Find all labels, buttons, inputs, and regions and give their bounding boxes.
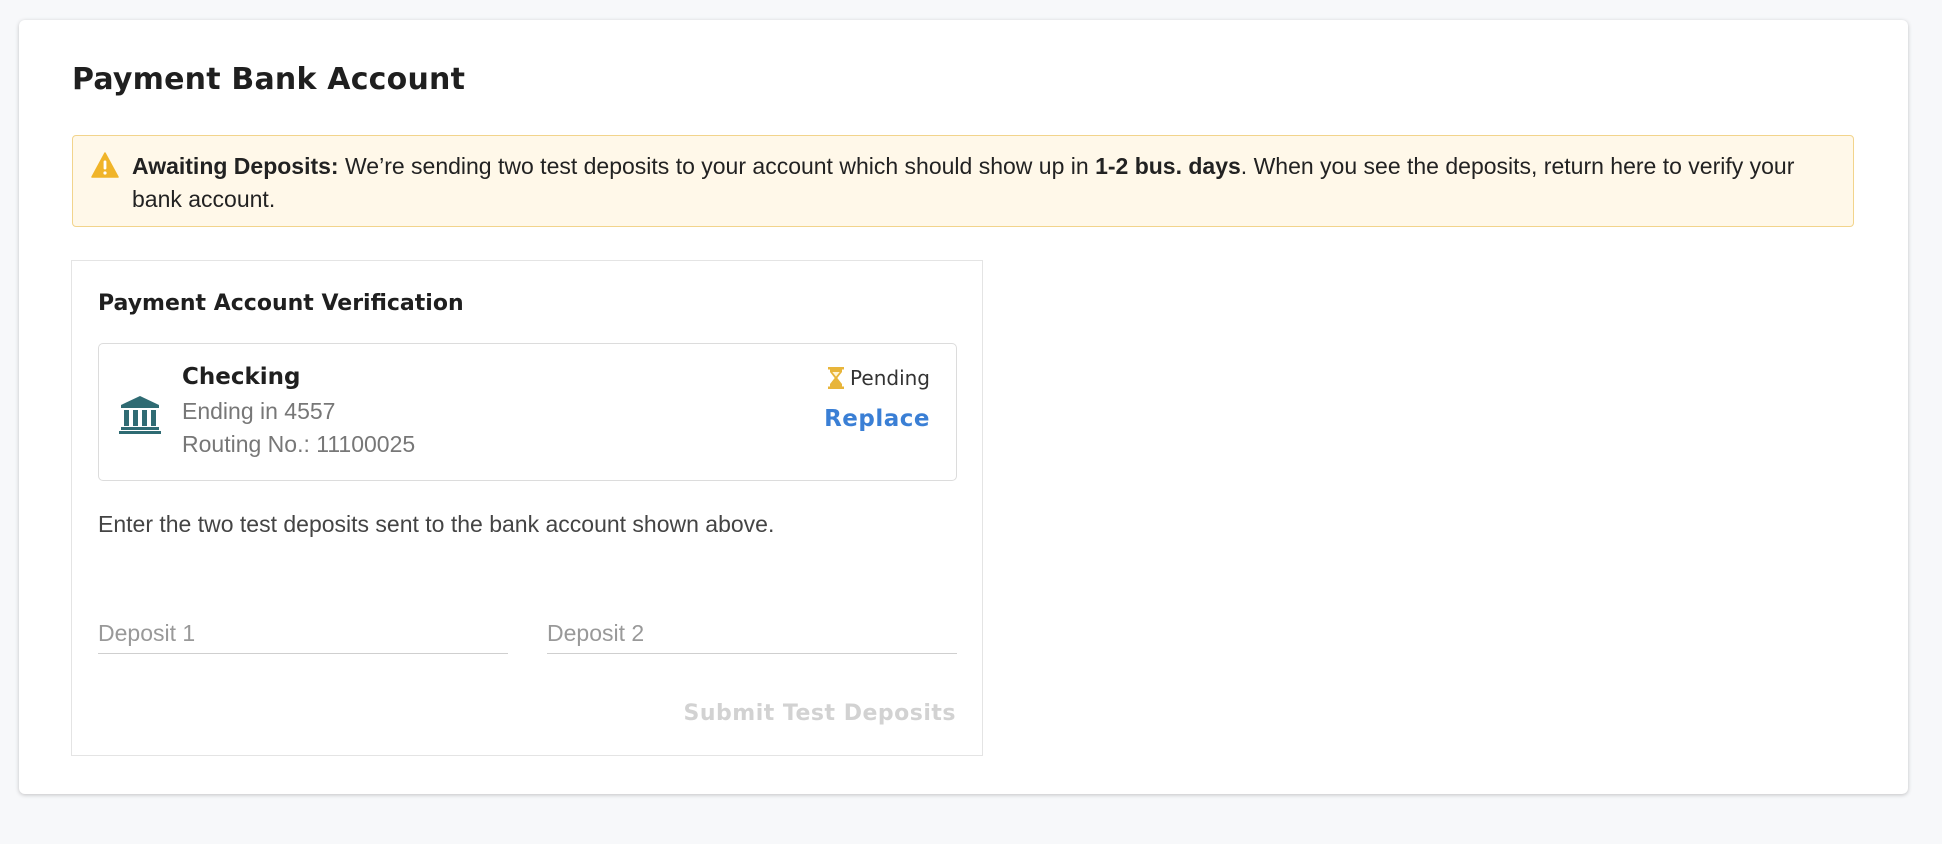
- replace-account-link[interactable]: Replace: [824, 406, 930, 432]
- account-type: Checking: [182, 364, 301, 390]
- deposit-2-input[interactable]: [547, 614, 957, 654]
- bank-icon: [119, 396, 161, 434]
- alert-text-before: We’re sending two test deposits to your …: [338, 153, 1096, 179]
- status-text: Pending: [850, 366, 930, 390]
- deposit-1-input[interactable]: [98, 614, 508, 654]
- status-badge: Pending: [828, 366, 930, 390]
- verification-title: Payment Account Verification: [98, 291, 464, 316]
- account-ending: Ending in 4557: [182, 398, 336, 424]
- routing-number: Routing No.: 11100025: [182, 431, 416, 457]
- alert-label: Awaiting Deposits:: [132, 153, 339, 179]
- warning-icon: [91, 152, 119, 178]
- page-card: Payment Bank Account Awaiting Deposits: …: [19, 20, 1908, 794]
- deposit-instructions: Enter the two test deposits sent to the …: [98, 511, 775, 537]
- verification-card: Payment Account Verification Checking En…: [71, 260, 983, 756]
- submit-test-deposits-button[interactable]: Submit Test Deposits: [684, 701, 956, 726]
- page-title: Payment Bank Account: [72, 62, 466, 97]
- alert-message: Awaiting Deposits: We’re sending two tes…: [132, 150, 1832, 216]
- bank-account-summary: Checking Ending in 4557 Routing No.: 111…: [98, 343, 957, 481]
- alert-highlight: 1-2 bus. days: [1095, 153, 1241, 179]
- hourglass-icon: [828, 367, 845, 389]
- awaiting-deposits-alert: Awaiting Deposits: We’re sending two tes…: [72, 135, 1854, 227]
